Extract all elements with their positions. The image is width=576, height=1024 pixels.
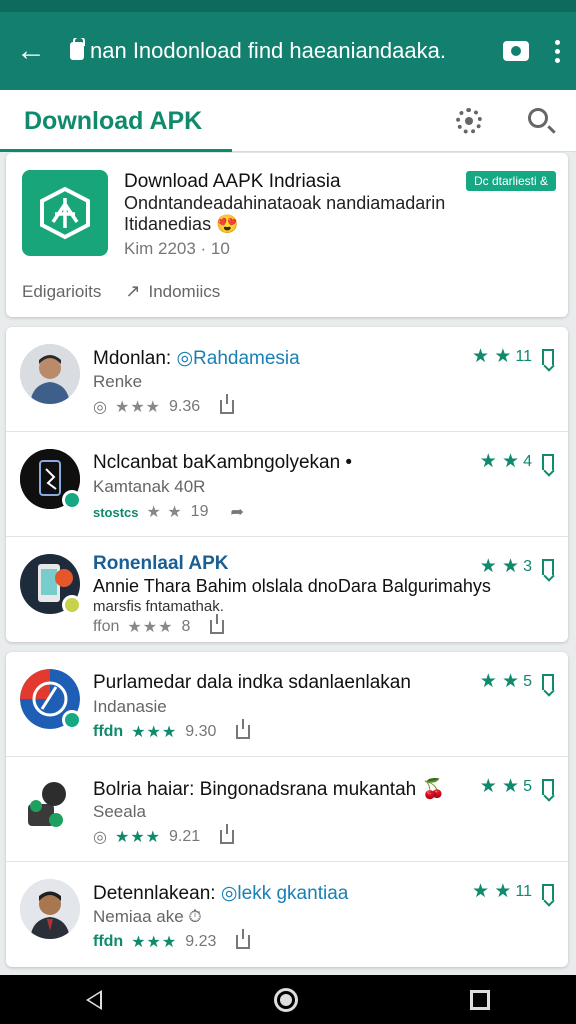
item-title: Detennlakean: ◎lekk gkantiaa <box>93 883 349 904</box>
item-subtitle: marsfis fntamathak. <box>93 598 224 615</box>
item-subtitle: Nemiaa ake ⏱ <box>93 907 202 926</box>
item-rating: ★ ★ 11 <box>472 880 554 903</box>
item-title: Ronenlaal APK <box>93 553 229 574</box>
featured-title: Download AAPK Indriasia <box>124 171 341 192</box>
list-item[interactable]: Bolria haiar: Bingonadsrana mukantah 🍒 S… <box>6 757 568 862</box>
settings-gear-icon[interactable] <box>456 108 482 134</box>
featured-tags: Edigarioits ↗ Indomiics <box>22 281 220 302</box>
item-title-2: Annie Thara Bahim olslala dnoDara Balgur… <box>93 576 491 596</box>
verified-badge-icon <box>62 710 82 730</box>
featured-tag-indomiics[interactable]: Indomiics <box>148 282 220 302</box>
item-subtitle: Kamtanak 40R <box>93 477 206 496</box>
item-subtitle: Indanasie <box>93 697 167 716</box>
app-logo-icon <box>22 170 108 256</box>
share-icon[interactable] <box>236 719 251 739</box>
list-item[interactable]: Nclcanbat baKambngolyekan • Kamtanak 40R… <box>6 432 568 537</box>
app-list-card-2: Purlamedar dala indka sdanlaenlakan Inda… <box>6 652 568 967</box>
featured-tag-categories[interactable]: Edigarioits <box>22 282 101 302</box>
verified-badge-icon <box>62 490 82 510</box>
item-rating: ★ ★ 4 <box>480 450 554 473</box>
featured-badge[interactable]: Dc dtarliesti & <box>465 171 556 191</box>
featured-meta: Kim 2203 · 10 <box>124 239 230 258</box>
pin-icon: ↗ <box>125 281 141 301</box>
nav-recents-icon[interactable] <box>470 989 490 1010</box>
avatar <box>20 344 80 404</box>
item-meta: ffdn ★★★ 9.30 <box>93 719 251 742</box>
search-icon[interactable] <box>528 108 548 128</box>
item-meta: ffdn ★★★ 9.23 <box>93 929 251 952</box>
app-bar: ← nan Inodonload find haeaniandaaka. <box>0 12 576 90</box>
tab-bar: Download APK <box>0 90 576 152</box>
item-meta: ◎ ★★★ 9.36 <box>93 394 235 417</box>
item-subtitle: Renke <box>93 372 143 391</box>
badge-icon <box>62 595 82 615</box>
item-title: Mdonlan: ◎Rahdamesia <box>93 348 300 369</box>
list-item[interactable]: Detennlakean: ◎lekk gkantiaa Nemiaa ake … <box>6 862 568 967</box>
share-icon[interactable] <box>236 929 251 949</box>
item-rating: ★ ★ 5 <box>480 670 554 693</box>
nav-back-icon[interactable] <box>86 989 102 1010</box>
tab-download-apk[interactable]: Download APK <box>0 90 233 152</box>
lock-icon <box>70 38 85 60</box>
avatar <box>20 879 80 939</box>
featured-card[interactable]: Download AAPK Indriasia Ondntandeadahina… <box>6 153 568 317</box>
status-bar <box>0 0 576 12</box>
item-meta: stostcs ★ ★ 19 ➦ <box>93 502 244 522</box>
list-item[interactable]: Ronenlaal APK Annie Thara Bahim olslala … <box>6 537 568 642</box>
camera-icon[interactable] <box>503 41 529 61</box>
bookmark-icon[interactable] <box>542 453 554 470</box>
forward-icon[interactable]: ➦ <box>230 502 243 522</box>
item-subtitle: Seeala <box>93 802 146 821</box>
item-title: Bolria haiar: Bingonadsrana mukantah 🍒 <box>93 779 446 800</box>
share-icon[interactable] <box>210 614 225 634</box>
overflow-menu-icon[interactable] <box>555 39 560 63</box>
avatar <box>20 774 80 834</box>
nav-home-icon[interactable] <box>274 987 298 1012</box>
item-title: Purlamedar dala indka sdanlaenlakan <box>93 672 411 693</box>
app-list-card-1: Mdonlan: ◎Rahdamesia Renke ◎ ★★★ 9.36 ★ … <box>6 327 568 642</box>
featured-description: Ondntandeadahinataoak nandiamadarin Itid… <box>124 193 446 234</box>
list-item[interactable]: Mdonlan: ◎Rahdamesia Renke ◎ ★★★ 9.36 ★ … <box>6 327 568 432</box>
bookmark-icon[interactable] <box>542 778 554 795</box>
system-nav-bar <box>0 975 576 1024</box>
item-title: Nclcanbat baKambngolyekan • <box>93 452 353 473</box>
list-item[interactable]: Purlamedar dala indka sdanlaenlakan Inda… <box>6 652 568 757</box>
bookmark-icon[interactable] <box>542 883 554 900</box>
item-meta: ◎ ★★★ 9.21 <box>93 824 235 847</box>
item-rating: ★ ★ 11 <box>472 345 554 368</box>
url-box[interactable]: nan Inodonload find haeaniandaaka. <box>70 38 485 64</box>
back-arrow-icon[interactable]: ← <box>16 36 56 66</box>
share-icon[interactable] <box>220 394 235 414</box>
page-url-title: nan Inodonload find haeaniandaaka. <box>90 38 446 63</box>
share-icon[interactable] <box>220 824 235 844</box>
bookmark-icon[interactable] <box>542 673 554 690</box>
item-rating: ★ ★ 3 <box>480 555 554 578</box>
item-meta: ffon ★★★ 8 <box>93 614 225 637</box>
item-rating: ★ ★ 5 <box>480 775 554 798</box>
bookmark-icon[interactable] <box>542 558 554 575</box>
bookmark-icon[interactable] <box>542 348 554 365</box>
